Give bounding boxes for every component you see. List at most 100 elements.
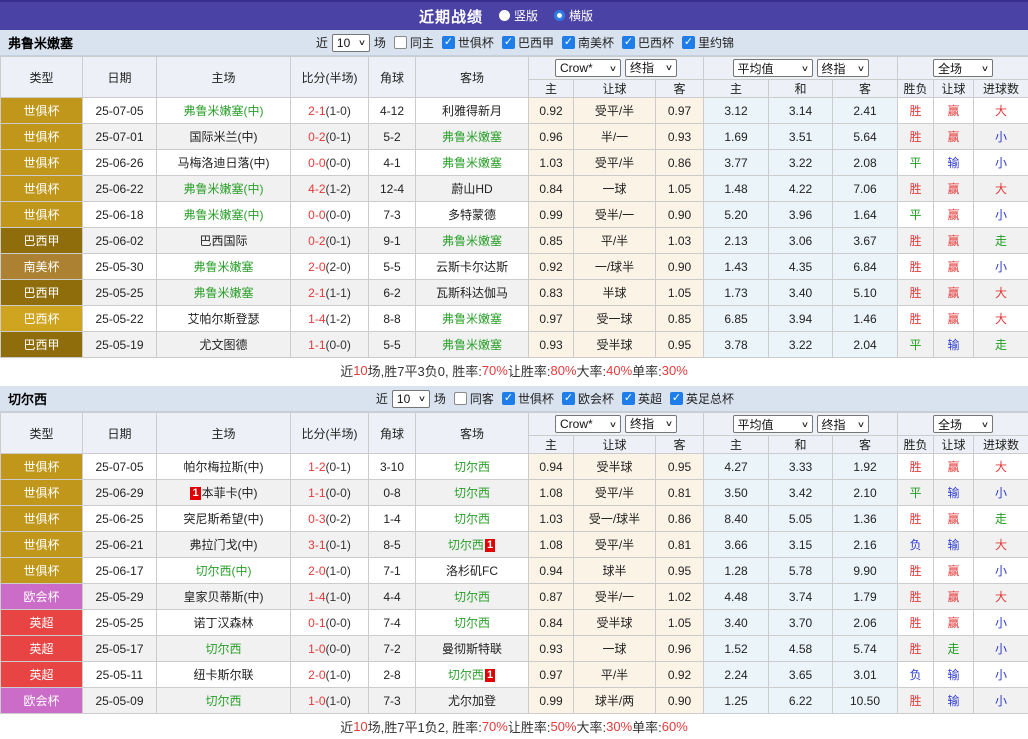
average-select[interactable]: 平均值∨ — [733, 59, 813, 77]
avg-away-cell: 1.46 — [833, 306, 898, 332]
outcome-cell: 胜 — [898, 280, 934, 306]
score-cell: 1-0(1-0) — [291, 688, 369, 714]
league-checkbox-2[interactable]: ✓ — [562, 36, 575, 49]
home-team-cell: 国际米兰(中) — [157, 124, 291, 150]
date-cell: 25-06-29 — [83, 480, 157, 506]
fulltime-score: 1-4 — [308, 312, 325, 326]
league-checkbox-3[interactable]: ✓ — [622, 36, 635, 49]
away-team-name: 弗鲁米嫩塞 — [442, 234, 502, 248]
handicap-line-cell: 受平/半 — [574, 150, 656, 176]
date-cell: 25-06-02 — [83, 228, 157, 254]
type-cell: 巴西杯 — [1, 306, 83, 332]
avg-home-cell: 3.50 — [704, 480, 769, 506]
matches-count-select[interactable]: 10∨ — [392, 390, 430, 408]
handicap-away-odds-cell: 0.93 — [656, 124, 704, 150]
score-cell: 3-1(0-1) — [291, 532, 369, 558]
select-value: 终指 — [630, 415, 654, 432]
chevron-down-icon: ∨ — [418, 394, 426, 403]
fulltime-select[interactable]: 全场∨ — [933, 415, 993, 433]
handicap-line-cell: 平/半 — [574, 228, 656, 254]
corners-cell: 7-3 — [369, 688, 416, 714]
type-cell: 世俱杯 — [1, 480, 83, 506]
outcome-cell: 胜 — [898, 124, 934, 150]
match-row: 世俱杯25-06-26马梅洛迪日落(中)0-0(0-0)4-1弗鲁米嫩塞1.03… — [1, 150, 1028, 176]
away-team-name: 瓦斯科达伽马 — [436, 286, 508, 300]
match-row: 英超25-05-25诺丁汉森林0-1(0-0)7-4切尔西0.84受半球1.05… — [1, 610, 1028, 636]
goals-result-cell: 大 — [974, 532, 1028, 558]
handicap-line-cell: 受平/半 — [574, 532, 656, 558]
avg-final-select[interactable]: 终指∨ — [817, 59, 869, 77]
score-cell: 1-1(0-0) — [291, 480, 369, 506]
vertical-radio-label[interactable]: 竖版 — [514, 9, 538, 23]
avg-home-cell: 2.24 — [704, 662, 769, 688]
summary-segment: 40% — [606, 363, 632, 378]
league-checkbox-0[interactable]: ✓ — [502, 392, 515, 405]
handicap-home-odds-cell: 1.03 — [529, 150, 574, 176]
bookmaker-select[interactable]: Crow*∨ — [555, 415, 621, 433]
league-label: 世俱杯 — [458, 34, 494, 51]
score-cell: 2-1(1-1) — [291, 280, 369, 306]
fulltime-select[interactable]: 全场∨ — [933, 59, 993, 77]
odds-final-select[interactable]: 终指∨ — [625, 59, 677, 77]
corners-cell: 4-12 — [369, 98, 416, 124]
halftime-score: (1-0) — [326, 668, 351, 682]
horizontal-radio[interactable] — [554, 10, 565, 21]
handicap-result-cell: 走 — [934, 636, 974, 662]
fulltime-score: 1-1 — [308, 486, 325, 500]
avg-final-select[interactable]: 终指∨ — [817, 415, 869, 433]
team-sections: 弗鲁米嫩塞近10∨场同主✓世俱杯✓巴西甲✓南美杯✓巴西杯✓里约锦类型日期主场比分… — [0, 30, 1028, 739]
league-checkbox-4[interactable]: ✓ — [682, 36, 695, 49]
date-cell: 25-05-30 — [83, 254, 157, 280]
home-team-name: 弗鲁米嫩塞 — [193, 260, 253, 274]
score-cell: 1-1(0-0) — [291, 332, 369, 358]
avg-draw-cell: 3.22 — [769, 150, 833, 176]
near-label: 近 — [376, 390, 388, 407]
handicap-line-cell: 受半球 — [574, 332, 656, 358]
avg-away-cell: 7.06 — [833, 176, 898, 202]
goals-result-cell: 小 — [974, 254, 1028, 280]
away-team-cell: 切尔西1 — [416, 662, 529, 688]
handicap-line-cell: 受半球 — [574, 454, 656, 480]
layout-version-radios: 竖版 横版 — [499, 7, 609, 25]
horizontal-radio-label[interactable]: 横版 — [569, 9, 593, 23]
odds-final-select[interactable]: 终指∨ — [625, 415, 677, 433]
away-team-cell: 切尔西 — [416, 480, 529, 506]
handicap-line-cell: 球半/两 — [574, 688, 656, 714]
same-venue-checkbox[interactable] — [454, 392, 467, 405]
home-team-name: 巴西国际 — [199, 234, 247, 248]
average-select[interactable]: 平均值∨ — [733, 415, 813, 433]
corners-cell: 7-3 — [369, 202, 416, 228]
match-row: 世俱杯25-06-22弗鲁米嫩塞(中)4-2(1-2)12-4蔚山HD0.84一… — [1, 176, 1028, 202]
handicap-home-odds-cell: 0.97 — [529, 306, 574, 332]
fulltime-score: 3-1 — [308, 538, 325, 552]
avg-away-cell: 2.08 — [833, 150, 898, 176]
league-checkbox-1[interactable]: ✓ — [562, 392, 575, 405]
league-label: 巴西甲 — [518, 34, 554, 51]
vertical-radio[interactable] — [499, 10, 510, 21]
avg-away-cell: 2.41 — [833, 98, 898, 124]
avg-home-cell: 3.77 — [704, 150, 769, 176]
league-label: 欧会杯 — [578, 390, 614, 407]
handicap-result-cell: 赢 — [934, 454, 974, 480]
goals-result-cell: 小 — [974, 480, 1028, 506]
date-cell: 25-07-05 — [83, 98, 157, 124]
away-team-cell: 弗鲁米嫩塞 — [416, 332, 529, 358]
league-checkbox-1[interactable]: ✓ — [502, 36, 515, 49]
bookmaker-select[interactable]: Crow*∨ — [555, 59, 621, 77]
home-team-cell: 巴西国际 — [157, 228, 291, 254]
handicap-home-odds-cell: 0.99 — [529, 688, 574, 714]
outcome-cell: 胜 — [898, 584, 934, 610]
home-team-name: 突尼斯希望(中) — [184, 512, 264, 526]
league-checkbox-0[interactable]: ✓ — [442, 36, 455, 49]
league-checkbox-2[interactable]: ✓ — [622, 392, 635, 405]
outcome-cell: 胜 — [898, 98, 934, 124]
col-header-date: 日期 — [83, 413, 157, 454]
handicap-home-odds-cell: 0.99 — [529, 202, 574, 228]
avg-draw-cell: 6.22 — [769, 688, 833, 714]
team-section: 切尔西近10∨场同客✓世俱杯✓欧会杯✓英超✓英足总杯类型日期主场比分(半场)角球… — [0, 386, 1028, 739]
league-checkbox-3[interactable]: ✓ — [670, 392, 683, 405]
handicap-line-cell: 受半/一 — [574, 584, 656, 610]
matches-count-select[interactable]: 10∨ — [332, 34, 370, 52]
same-venue-checkbox[interactable] — [394, 36, 407, 49]
fulltime-score: 2-1 — [308, 104, 325, 118]
